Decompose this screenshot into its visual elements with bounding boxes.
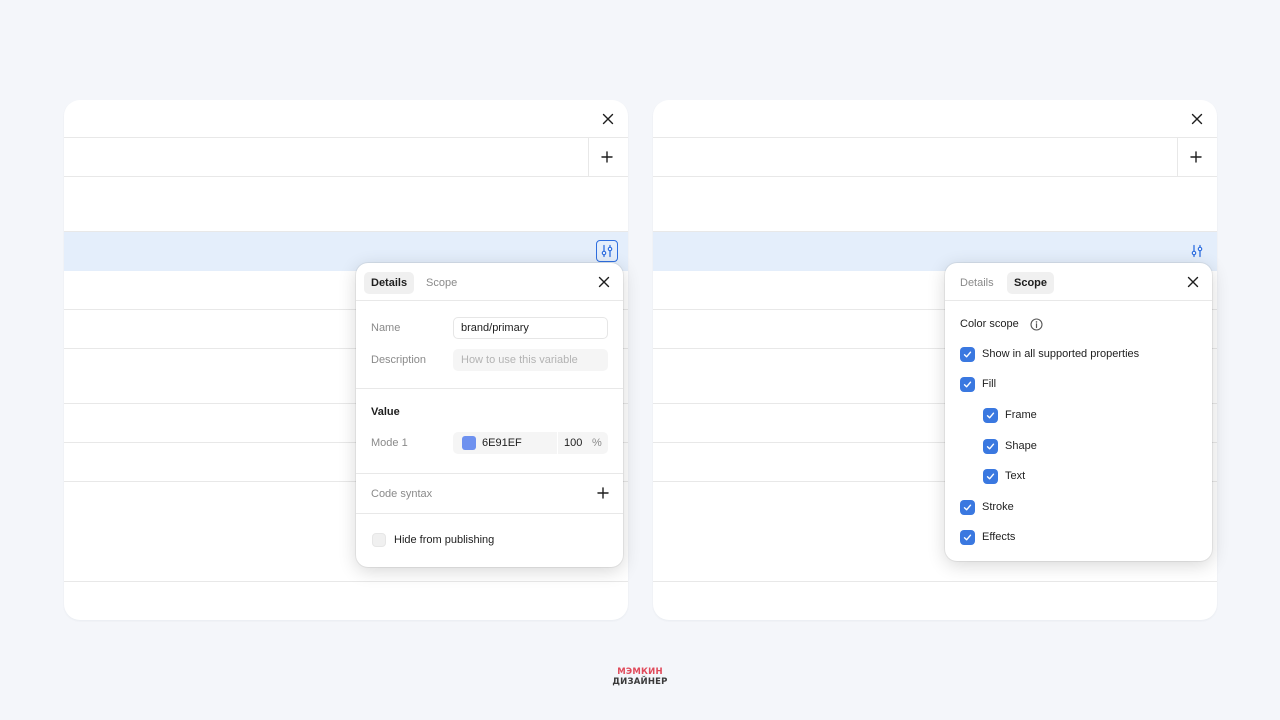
value-heading: Value	[371, 406, 400, 418]
name-input[interactable]	[453, 317, 608, 339]
scope-option-fill[interactable]: Fill	[960, 376, 996, 392]
checkbox[interactable]	[983, 438, 998, 454]
tab-scope[interactable]: Scope	[419, 272, 464, 294]
option-label: Stroke	[982, 501, 1014, 513]
opacity-unit: %	[592, 437, 602, 449]
divider	[653, 581, 1217, 582]
description-input[interactable]	[453, 349, 608, 371]
add-code-syntax-button[interactable]	[591, 481, 615, 505]
tab-details[interactable]: Details	[364, 272, 415, 294]
option-label: Text	[1005, 470, 1026, 482]
sliders-icon	[601, 244, 613, 258]
add-variable-button[interactable]	[595, 145, 619, 169]
hex-value[interactable]: 6E91EF	[482, 432, 522, 454]
close-popover-button[interactable]	[592, 270, 616, 294]
check-icon	[963, 381, 972, 387]
divider	[356, 473, 623, 474]
close-icon	[1187, 276, 1199, 288]
scope-option-shape[interactable]: Shape	[983, 438, 1037, 454]
divider	[653, 176, 1217, 177]
plus-icon	[597, 487, 609, 499]
edit-variable-popover-scope: Details Scope Color scope Show in all su…	[945, 263, 1212, 561]
brand-logo: МЭМКИН ДИЗАЙНЕР	[611, 667, 669, 689]
scope-option-effects[interactable]: Effects	[960, 529, 1015, 545]
info-icon	[1029, 317, 1043, 331]
check-icon	[986, 473, 995, 479]
option-label: Show in all supported properties	[982, 348, 1140, 360]
close-popover-button[interactable]	[1181, 270, 1205, 294]
checkbox[interactable]	[983, 468, 998, 484]
divider	[588, 138, 589, 176]
option-label: Shape	[1005, 440, 1037, 452]
add-variable-button[interactable]	[1184, 145, 1208, 169]
divider	[557, 432, 558, 454]
hide-from-publishing-label: Hide from publishing	[394, 534, 495, 546]
divider	[64, 581, 628, 582]
mode-label: Mode 1	[371, 437, 408, 449]
description-label: Description	[371, 354, 427, 366]
scope-option-stroke[interactable]: Stroke	[960, 499, 1014, 515]
edit-variable-button[interactable]	[1185, 239, 1209, 263]
divider	[356, 300, 623, 301]
tab-details[interactable]: Details	[953, 272, 1001, 294]
info-button[interactable]	[1024, 312, 1048, 336]
logo-line-2: ДИЗАЙНЕР	[612, 677, 668, 687]
checkbox[interactable]	[960, 346, 975, 362]
check-icon	[963, 534, 972, 540]
close-button[interactable]	[596, 107, 620, 131]
close-icon	[598, 276, 610, 288]
divider	[64, 137, 628, 138]
edit-variable-button[interactable]	[596, 240, 618, 262]
close-icon	[602, 113, 614, 125]
checkbox[interactable]	[960, 376, 975, 392]
logo-line-1: МЭМКИН	[617, 667, 663, 677]
scope-option-all[interactable]: Show in all supported properties	[960, 346, 1139, 362]
check-icon	[963, 351, 972, 357]
scope-option-frame[interactable]: Frame	[983, 407, 1037, 423]
name-label: Name	[371, 322, 401, 334]
close-icon	[1191, 113, 1203, 125]
checkbox[interactable]	[960, 529, 975, 545]
plus-icon	[601, 151, 613, 163]
option-label: Fill	[982, 378, 997, 390]
divider	[945, 300, 1212, 301]
color-value-field[interactable]: 6E91EF 100 %	[453, 432, 608, 454]
close-button[interactable]	[1185, 107, 1209, 131]
check-icon	[963, 504, 972, 510]
plus-icon	[1190, 151, 1202, 163]
scope-option-text[interactable]: Text	[983, 468, 1025, 484]
check-icon	[986, 412, 995, 418]
divider	[653, 137, 1217, 138]
opacity-value[interactable]: 100	[564, 432, 582, 454]
checkbox[interactable]	[983, 407, 998, 423]
checkbox[interactable]	[960, 499, 975, 515]
divider	[1177, 138, 1178, 176]
color-scope-heading: Color scope	[960, 318, 1019, 330]
option-label: Frame	[1005, 409, 1037, 421]
hide-from-publishing-checkbox[interactable]	[372, 533, 386, 547]
check-icon	[986, 443, 995, 449]
divider	[64, 176, 628, 177]
code-syntax-label: Code syntax	[371, 488, 433, 500]
divider	[356, 513, 623, 514]
tab-scope[interactable]: Scope	[1007, 272, 1055, 294]
edit-variable-popover-details: Details Scope Name Description Value Mod…	[356, 263, 623, 567]
color-swatch[interactable]	[462, 436, 476, 450]
option-label: Effects	[982, 531, 1016, 543]
divider	[356, 388, 623, 389]
sliders-icon	[1191, 244, 1203, 258]
